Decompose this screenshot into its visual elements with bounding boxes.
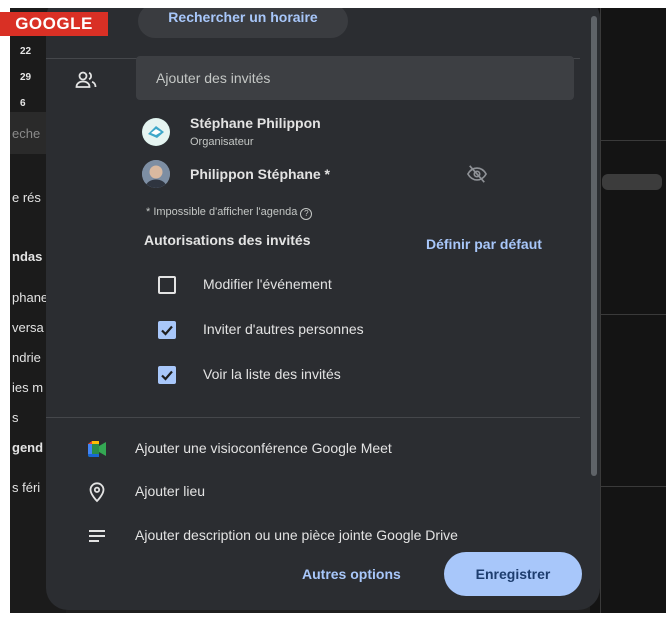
add-guests-input[interactable] bbox=[136, 56, 574, 100]
invite-others-checkbox[interactable] bbox=[158, 321, 176, 339]
organizer-avatar-icon bbox=[143, 119, 169, 145]
permission-label: Inviter d'autres personnes bbox=[203, 321, 364, 337]
guest-name: Stéphane Philippon bbox=[190, 115, 321, 131]
checkmark-icon bbox=[161, 325, 173, 336]
grid-line bbox=[600, 8, 601, 613]
google-meet-icon bbox=[88, 441, 106, 457]
add-description-option[interactable]: Ajouter description ou une pièce jointe … bbox=[135, 527, 458, 543]
calendar-app: 22 29 6 eche e rés ndas phane versa ndri… bbox=[10, 8, 666, 613]
people-search-placeholder: eche bbox=[12, 126, 41, 141]
guest-name: Philippon Stéphane * bbox=[190, 166, 331, 182]
add-meet-option[interactable]: Ajouter une visioconférence Google Meet bbox=[135, 440, 392, 456]
find-time-button[interactable]: Rechercher un horaire bbox=[138, 8, 348, 38]
background-text: e rés bbox=[12, 190, 41, 205]
calendar-list-item[interactable]: ies m bbox=[12, 380, 43, 395]
guest-role: Organisateur bbox=[190, 136, 254, 148]
calendar-list-item[interactable]: s féri bbox=[12, 480, 40, 495]
note-text: * Impossible d'afficher l'agenda bbox=[146, 206, 298, 218]
divider bbox=[46, 417, 580, 418]
event-chip[interactable] bbox=[602, 174, 662, 190]
calendar-unavailable-note: * Impossible d'afficher l'agenda? bbox=[146, 206, 313, 220]
modify-event-checkbox[interactable] bbox=[158, 276, 176, 294]
grid-line bbox=[600, 314, 666, 315]
checkmark-icon bbox=[161, 370, 173, 381]
add-location-option[interactable]: Ajouter lieu bbox=[135, 483, 205, 499]
location-pin-icon bbox=[89, 482, 105, 503]
set-default-link[interactable]: Définir par défaut bbox=[426, 236, 542, 252]
save-button[interactable]: Enregistrer bbox=[444, 552, 582, 596]
grid-line bbox=[600, 140, 666, 141]
guest-permissions-title: Autorisations des invités bbox=[144, 232, 311, 248]
avatar bbox=[142, 118, 170, 146]
see-guest-list-checkbox[interactable] bbox=[158, 366, 176, 384]
permission-label: Voir la liste des invités bbox=[203, 366, 341, 382]
background-section-heading: gend bbox=[12, 440, 44, 455]
background-section-heading: ndas bbox=[12, 249, 43, 264]
more-options-button[interactable]: Autres options bbox=[302, 566, 401, 582]
calendar-list-item[interactable]: phane bbox=[12, 290, 48, 305]
grid-line bbox=[600, 486, 666, 487]
eye-off-icon bbox=[466, 165, 488, 183]
event-details-dialog: Rechercher un horaire Stéphane Philippon… bbox=[46, 8, 600, 610]
permission-label: Modifier l'événement bbox=[203, 276, 332, 292]
help-icon[interactable]: ? bbox=[300, 208, 313, 220]
avatar bbox=[142, 160, 170, 188]
brand-label: GOOGLE bbox=[0, 12, 108, 36]
mini-calendar-date[interactable]: 29 bbox=[20, 72, 31, 83]
dialog-scrollbar[interactable] bbox=[591, 16, 597, 476]
mini-calendar-date[interactable]: 22 bbox=[20, 46, 31, 57]
mini-calendar-date[interactable]: 6 bbox=[20, 98, 26, 109]
calendar-list-item[interactable]: versa bbox=[12, 320, 44, 335]
calendar-list-item[interactable]: s bbox=[12, 410, 19, 425]
people-icon bbox=[75, 71, 97, 88]
calendar-list-item[interactable]: ndrie bbox=[12, 350, 41, 365]
background-calendar-grid bbox=[590, 8, 666, 613]
description-lines-icon bbox=[89, 530, 105, 542]
guest-photo-icon bbox=[142, 160, 170, 188]
